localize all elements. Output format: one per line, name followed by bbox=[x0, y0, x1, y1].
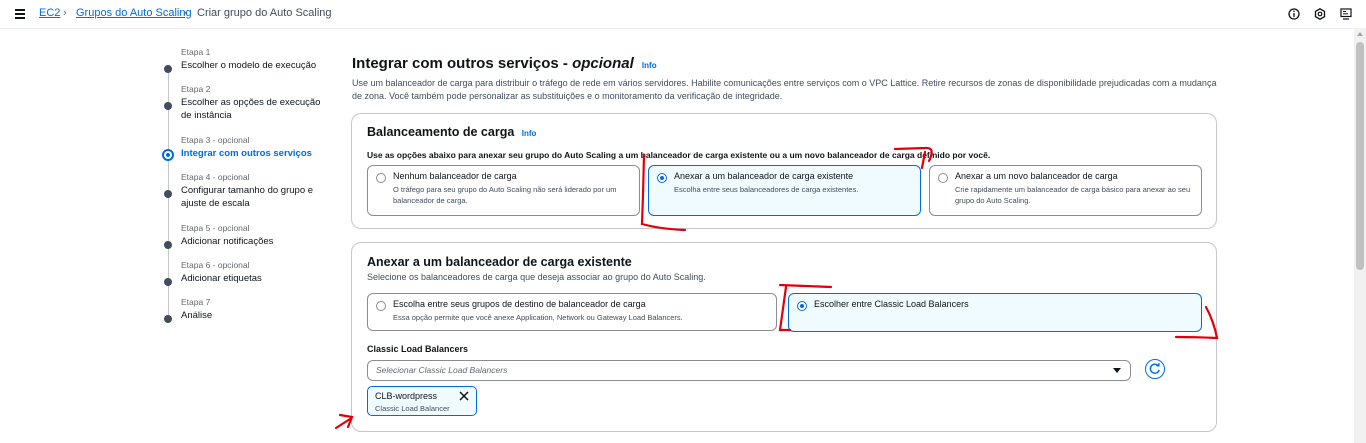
page-title-text: Integrar com outros serviços - bbox=[352, 55, 568, 72]
radio-button-selected[interactable] bbox=[797, 301, 807, 311]
annotation-arrow bbox=[334, 413, 354, 430]
panel-instruction: Use as opções abaixo para anexar seu gru… bbox=[367, 150, 991, 160]
option-classic-load-balancers[interactable]: Escolher entre Classic Load Balancers bbox=[788, 293, 1202, 332]
breadcrumb-ec2[interactable]: EC2 bbox=[39, 7, 60, 19]
info-link[interactable]: Info bbox=[522, 129, 537, 138]
menu-icon[interactable] bbox=[15, 9, 25, 21]
token-name: CLB-wordpress bbox=[375, 391, 438, 401]
page-description: Use um balanceador de carga para distrib… bbox=[352, 78, 1217, 101]
step-dot bbox=[164, 315, 172, 323]
option-description: Essa opção permite que você anexe Applic… bbox=[393, 313, 683, 322]
step-name: Análise bbox=[181, 310, 213, 321]
option-description: Escolha entre seus balanceadores de carg… bbox=[674, 185, 859, 194]
step-number: Etapa 2 bbox=[181, 84, 211, 94]
step-number: Etapa 4 - opcional bbox=[181, 172, 250, 182]
select-placeholder: Selecionar Classic Load Balancers bbox=[376, 365, 508, 375]
step-number: Etapa 1 bbox=[181, 47, 211, 57]
option-target-groups[interactable]: Escolha entre seus grupos de destino de … bbox=[367, 293, 777, 331]
display-preferences-icon[interactable] bbox=[1340, 8, 1352, 20]
option-label: Escolher entre Classic Load Balancers bbox=[814, 299, 969, 309]
breadcrumb-separator-icon: › bbox=[63, 7, 67, 19]
step-dot bbox=[164, 278, 172, 286]
clb-token: CLB-wordpress Classic Load Balancer bbox=[367, 386, 477, 416]
step-dot bbox=[164, 102, 172, 110]
refresh-icon[interactable] bbox=[1145, 359, 1165, 379]
token-description: Classic Load Balancer bbox=[375, 404, 450, 413]
breadcrumb-separator-icon: › bbox=[183, 7, 187, 19]
step-number: Etapa 6 - opcional bbox=[181, 260, 250, 270]
info-link[interactable]: Info bbox=[642, 61, 657, 70]
radio-button[interactable] bbox=[938, 173, 948, 183]
option-description: Crie rapidamente um balanceador de carga… bbox=[955, 185, 1191, 205]
breadcrumb-auto-scaling-groups[interactable]: Grupos do Auto Scaling bbox=[76, 7, 192, 19]
step-dot bbox=[164, 241, 172, 249]
step-number: Etapa 3 - opcional bbox=[181, 135, 250, 145]
close-icon[interactable] bbox=[458, 390, 470, 402]
step-number: Etapa 5 - opcional bbox=[181, 223, 250, 233]
step-dot bbox=[164, 65, 172, 73]
page-scrollbar[interactable] bbox=[1354, 28, 1366, 443]
step-name: Adicionar notificações bbox=[181, 236, 274, 247]
top-navigation-bar: EC2 › Grupos do Auto Scaling › Criar gru… bbox=[0, 0, 1366, 29]
radio-button[interactable] bbox=[376, 301, 386, 311]
caret-down-icon bbox=[1113, 368, 1121, 373]
step-name: Configurar tamanho do grupo e ajuste de … bbox=[181, 185, 314, 209]
attach-existing-lb-panel: Anexar a um balanceador de carga existen… bbox=[351, 242, 1217, 432]
panel-title: Anexar a um balanceador de carga existen… bbox=[367, 255, 632, 269]
info-circle-icon[interactable] bbox=[1288, 8, 1300, 20]
settings-icon[interactable] bbox=[1314, 8, 1326, 20]
option-label: Escolha entre seus grupos de destino de … bbox=[393, 299, 646, 309]
radio-button-selected[interactable] bbox=[657, 173, 667, 183]
step-dot-active bbox=[162, 149, 174, 161]
step-number: Etapa 7 bbox=[181, 297, 211, 307]
load-balancing-panel: Balanceamento de carga Info Use as opçõe… bbox=[351, 113, 1217, 229]
panel-title: Balanceamento de carga Info bbox=[367, 125, 536, 139]
step-name: Escolher o modelo de execução bbox=[181, 60, 317, 71]
option-label: Nenhum balanceador de carga bbox=[393, 171, 517, 181]
step-dot bbox=[164, 190, 172, 198]
panel-subtitle: Selecione os balanceadores de carga que … bbox=[367, 272, 706, 282]
option-label: Anexar a um balanceador de carga existen… bbox=[674, 171, 854, 181]
radio-button[interactable] bbox=[376, 173, 386, 183]
clb-field-label: Classic Load Balancers bbox=[367, 344, 469, 354]
panel-title-text: Balanceamento de carga bbox=[367, 125, 515, 139]
option-attach-existing-load-balancer[interactable]: Anexar a um balanceador de carga existen… bbox=[648, 165, 921, 216]
option-no-load-balancer[interactable]: Nenhum balanceador de carga O tráfego pa… bbox=[367, 165, 640, 216]
scrollbar-thumb[interactable] bbox=[1356, 42, 1364, 270]
clb-select[interactable]: Selecionar Classic Load Balancers bbox=[367, 360, 1131, 381]
option-attach-new-load-balancer[interactable]: Anexar a um novo balanceador de carga Cr… bbox=[929, 165, 1202, 216]
breadcrumb-current: Criar grupo do Auto Scaling bbox=[197, 7, 332, 19]
option-description: O tráfego para seu grupo do Auto Scaling… bbox=[393, 185, 617, 205]
option-label: Anexar a um novo balanceador de carga bbox=[955, 171, 1118, 181]
step-name: Adicionar etiquetas bbox=[181, 273, 262, 284]
page-title: Integrar com outros serviços - opcional … bbox=[352, 55, 657, 72]
step-name: Escolher as opções de execução de instân… bbox=[181, 97, 321, 121]
page-title-optional: opcional bbox=[572, 55, 634, 72]
scroll-up-arrow-icon[interactable] bbox=[1357, 32, 1363, 36]
step-name: Integrar com outros serviços bbox=[181, 148, 312, 159]
